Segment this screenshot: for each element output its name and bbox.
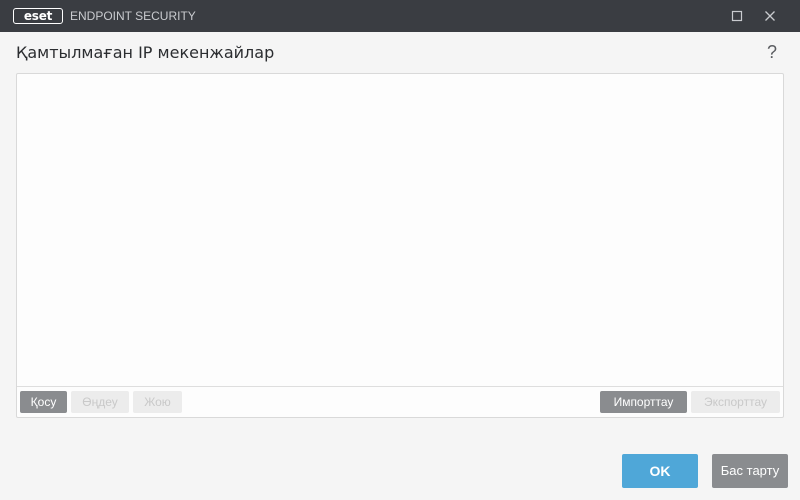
help-button[interactable]: ? [764,40,780,64]
close-icon [764,7,776,26]
close-button[interactable] [754,0,786,32]
cancel-button[interactable]: Бас тарту [712,454,788,488]
edit-button[interactable]: Өңдеу [71,391,129,413]
maximize-icon [731,7,743,26]
page-title: Қамтылмаған IP мекенжайлар [16,43,275,62]
eset-logo: eset [13,8,63,24]
excluded-ip-list[interactable] [17,74,783,387]
title-bar: eset ENDPOINT SECURITY [0,0,800,32]
maximize-button[interactable] [721,0,753,32]
export-button[interactable]: Экспорттау [691,391,780,413]
import-button[interactable]: Импорттау [600,391,687,413]
add-button[interactable]: Қосу [20,391,67,413]
delete-button[interactable]: Жою [133,391,182,413]
ok-button[interactable]: OK [622,454,698,488]
excluded-ip-list-panel: Қосу Өңдеу Жою Импорттау Экспорттау [16,73,784,418]
app-name: ENDPOINT SECURITY [70,9,196,23]
eset-logo-text: eset [23,9,53,23]
list-toolbar: Қосу Өңдеу Жою Импорттау Экспорттау [17,388,783,417]
